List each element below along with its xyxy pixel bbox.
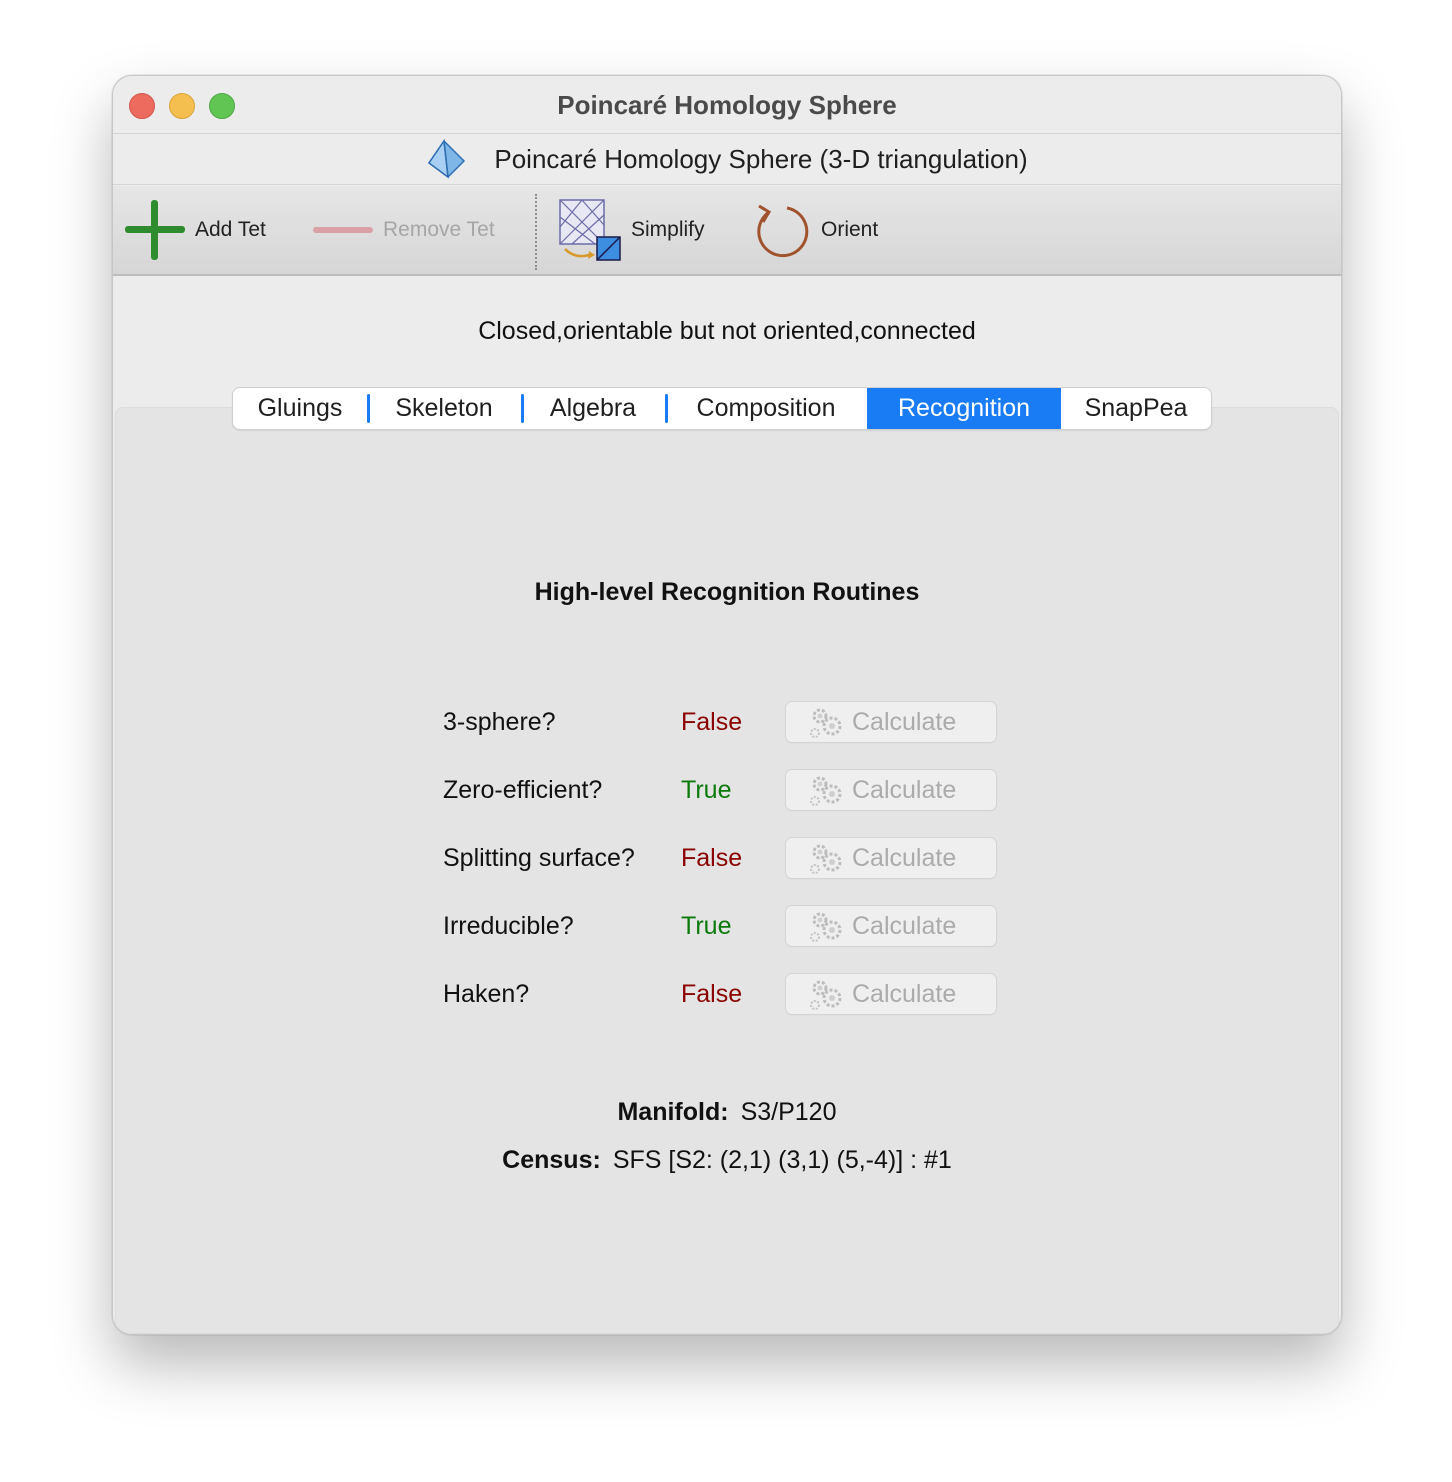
manifold-value: S3/P120	[740, 1098, 837, 1126]
recognition-row: Haken? False Calculate	[443, 974, 1003, 1016]
irreducible-label: Irreducible?	[443, 912, 574, 940]
zero-efficient-label: Zero-efficient?	[443, 776, 603, 804]
gears-icon	[810, 844, 842, 874]
three-sphere-calculate-button[interactable]: Calculate	[786, 702, 996, 742]
zero-efficient-calculate-button[interactable]: Calculate	[786, 770, 996, 810]
haken-value: False	[681, 980, 743, 1008]
plus-icon	[125, 200, 185, 260]
tab-recognition[interactable]: Recognition	[867, 388, 1061, 429]
tab-snappea[interactable]: SnapPea	[1061, 388, 1211, 429]
calculate-label: Calculate	[852, 707, 957, 736]
gears-icon	[810, 912, 842, 942]
simplify-label: Simplify	[631, 218, 705, 241]
gears-icon	[810, 980, 842, 1010]
title-bar: Poincaré Homology Sphere	[113, 76, 1341, 134]
splitting-surface-value: False	[681, 844, 743, 872]
haken-label: Haken?	[443, 980, 530, 1008]
simplify-button[interactable]: Simplify	[557, 186, 705, 274]
census-label: Census:	[502, 1146, 601, 1174]
irreducible-calculate-button[interactable]: Calculate	[786, 906, 996, 946]
orient-icon	[757, 204, 809, 258]
tab-composition[interactable]: Composition	[665, 388, 867, 429]
three-sphere-label: 3-sphere?	[443, 708, 556, 736]
orient-button[interactable]: Orient	[751, 186, 878, 274]
irreducible-value: True	[681, 912, 732, 940]
packet-header: Poincaré Homology Sphere (3-D triangulat…	[113, 134, 1341, 185]
main-window: Poincaré Homology Sphere Poincaré Homolo…	[112, 75, 1342, 1335]
census-line: Census: SFS [S2: (2,1) (3,1) (5,-4)] : #1	[113, 1146, 1341, 1175]
calculate-label: Calculate	[852, 843, 957, 872]
packet-title: Poincaré Homology Sphere (3-D triangulat…	[494, 143, 1028, 174]
recognition-row: Irreducible? True Calculate	[443, 906, 1003, 948]
gears-icon	[810, 708, 842, 738]
calculate-label: Calculate	[852, 911, 957, 940]
toolbar: Add Tet Remove Tet Simplify Orient	[113, 186, 1341, 276]
calculate-label: Calculate	[852, 979, 957, 1008]
orient-label: Orient	[821, 218, 879, 241]
minus-icon	[313, 227, 373, 233]
add-tet-button[interactable]: Add Tet	[123, 186, 266, 274]
gears-icon	[810, 776, 842, 806]
tab-skeleton[interactable]: Skeleton	[367, 388, 521, 429]
three-sphere-value: False	[681, 708, 743, 736]
triangulation-status: Closed,orientable but not oriented,conne…	[478, 317, 976, 345]
zero-efficient-value: True	[681, 776, 732, 804]
tetrahedron-icon	[428, 139, 466, 179]
simplify-icon	[559, 199, 621, 261]
recognition-row: Zero-efficient? True Calculate	[443, 770, 1003, 812]
window-title: Poincaré Homology Sphere	[557, 90, 897, 120]
calculate-label: Calculate	[852, 775, 957, 804]
remove-tet-label: Remove Tet	[383, 218, 495, 241]
recognition-heading: High-level Recognition Routines	[534, 578, 920, 606]
tab-gluings[interactable]: Gluings	[233, 388, 367, 429]
manifold-label: Manifold:	[617, 1098, 729, 1126]
haken-calculate-button[interactable]: Calculate	[786, 974, 996, 1014]
add-tet-label: Add Tet	[195, 218, 266, 241]
remove-tet-button[interactable]: Remove Tet	[311, 186, 495, 274]
toolbar-separator	[535, 194, 537, 270]
recognition-row: Splitting surface? False Calculate	[443, 838, 1003, 880]
recognition-row: 3-sphere? False Calculate	[443, 702, 1003, 744]
tab-algebra[interactable]: Algebra	[521, 388, 665, 429]
census-value: SFS [S2: (2,1) (3,1) (5,-4)] : #1	[612, 1146, 952, 1174]
splitting-surface-calculate-button[interactable]: Calculate	[786, 838, 996, 878]
manifold-line: Manifold: S3/P120	[113, 1098, 1341, 1127]
tab-bar: Gluings Skeleton Algebra Composition Rec…	[233, 388, 1211, 429]
splitting-surface-label: Splitting surface?	[443, 844, 635, 872]
